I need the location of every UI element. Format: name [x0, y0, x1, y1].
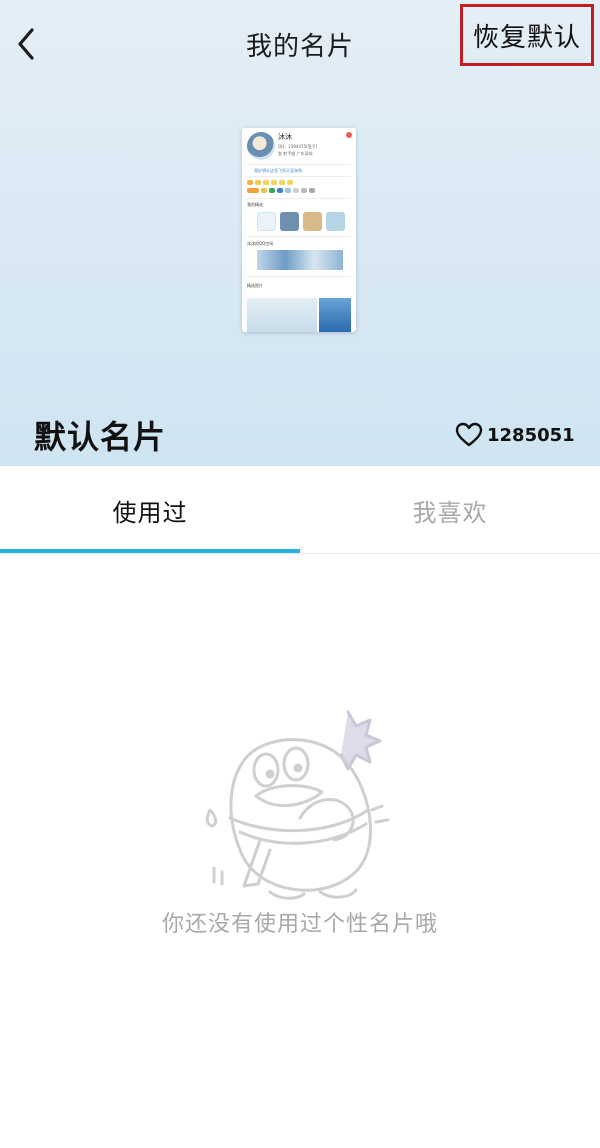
- divider: [247, 164, 351, 165]
- tab-used[interactable]: 使用过: [0, 466, 300, 554]
- preview-name: 沐沐: [278, 133, 292, 141]
- tab-bar: 使用过 我喜欢: [0, 466, 600, 554]
- card-preview[interactable]: 沐沐 QQ：2394475(签子) 女 射手座 广东深圳 我好想从这里飞到天涯海…: [242, 128, 356, 332]
- divider: [247, 236, 351, 237]
- card-hero: 我的名片 恢复默认 沐沐 QQ：2394475(签子) 女 射手座 广东深圳 我…: [0, 0, 600, 466]
- featured-photo: [247, 298, 317, 332]
- featured-photo: [319, 298, 351, 332]
- space-photos: [257, 250, 343, 270]
- avatar: [247, 132, 275, 160]
- thumb: [303, 212, 322, 231]
- preview-signature: 我好想从这里飞到天涯海角: [254, 168, 302, 173]
- preview-section-space: 沐沐的QQ空间: [247, 241, 274, 246]
- top-bar: 我的名片 恢复默认: [0, 0, 600, 88]
- divider: [247, 276, 351, 277]
- thumb: [257, 212, 276, 231]
- divider: [247, 176, 351, 177]
- penguin-illustration-icon: [205, 710, 390, 900]
- restore-default-button[interactable]: 恢复默认: [460, 4, 594, 66]
- divider: [247, 198, 351, 199]
- preview-section-photos: 我的精选: [247, 202, 263, 207]
- preview-badges-row-2: [247, 188, 315, 193]
- empty-state-message: 你还没有使用过个性名片哦: [161, 912, 438, 937]
- active-tab-indicator: [0, 549, 300, 553]
- heart-outline-icon: [455, 422, 483, 447]
- like-count: 1285051: [487, 424, 575, 446]
- preview-qq: QQ：2394475(签子): [278, 144, 318, 149]
- card-name: 默认名片: [34, 418, 167, 456]
- like-button[interactable]: 1285051: [455, 420, 575, 450]
- preview-badges: [247, 180, 293, 185]
- notification-badge: [346, 132, 352, 138]
- preview-location: 女 射手座 广东深圳: [278, 151, 313, 156]
- tab-liked[interactable]: 我喜欢: [300, 466, 600, 554]
- thumb: [326, 212, 345, 231]
- thumb: [280, 212, 299, 231]
- preview-section-featured: 精选照片: [247, 283, 263, 288]
